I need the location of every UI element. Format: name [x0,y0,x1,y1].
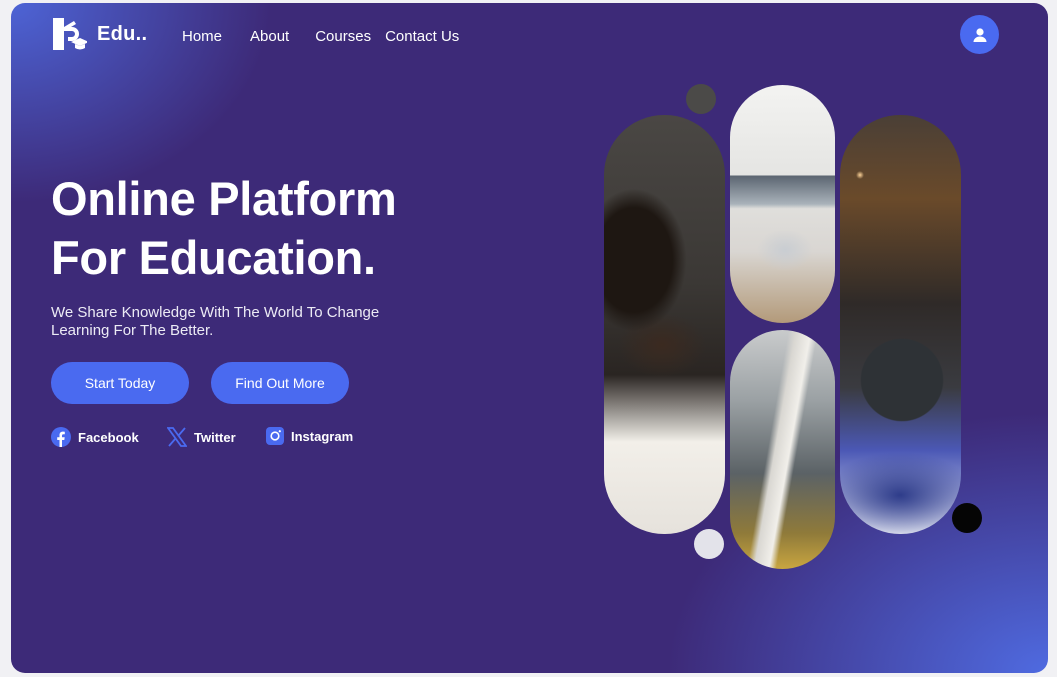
social-instagram-label: Instagram [291,428,354,444]
hero-frame: Edu.. Home About Courses Contact Us Onli… [11,3,1048,673]
nav-home[interactable]: Home [182,28,222,45]
social-twitter-label: Twitter [194,429,236,445]
nav-courses[interactable]: Courses [315,28,371,45]
decorative-dot-black [952,503,982,533]
facebook-icon [51,427,71,447]
decorative-dot-grey [686,84,716,114]
instagram-icon [266,427,284,445]
user-icon [973,27,986,42]
hero-title-line-2: For Education. [51,231,376,284]
x-twitter-icon [167,427,187,447]
social-instagram-link[interactable]: Instagram [266,427,353,445]
nav-contact-us[interactable]: Contact Us [385,28,459,45]
globe-and-notebook-photo [840,115,961,534]
hero-title-line-1: Online Platform [51,172,397,225]
nav-about[interactable]: About [250,28,289,45]
social-facebook-label: Facebook [78,429,139,445]
find-out-more-button[interactable]: Find Out More [211,362,349,404]
profile-button[interactable] [960,15,999,54]
book-mortarboard-icon [53,18,87,50]
window-sill-photo [730,330,835,569]
decorative-dot-white [694,529,724,559]
hero-subtitle: We Share Knowledge With The World To Cha… [51,304,380,339]
brand-name: Edu.. [97,22,148,45]
brand-logo[interactable]: Edu.. [51,16,147,52]
main-nav: Home About Courses Contact Us [182,28,459,45]
student-reading-book-photo [604,115,725,534]
social-twitter-link[interactable]: Twitter [167,427,236,447]
start-today-button[interactable]: Start Today [51,362,189,404]
social-facebook-link[interactable]: Facebook [51,427,139,447]
laptop-on-desk-photo [730,85,835,323]
hero-title: Online Platform For Education. [51,169,471,287]
